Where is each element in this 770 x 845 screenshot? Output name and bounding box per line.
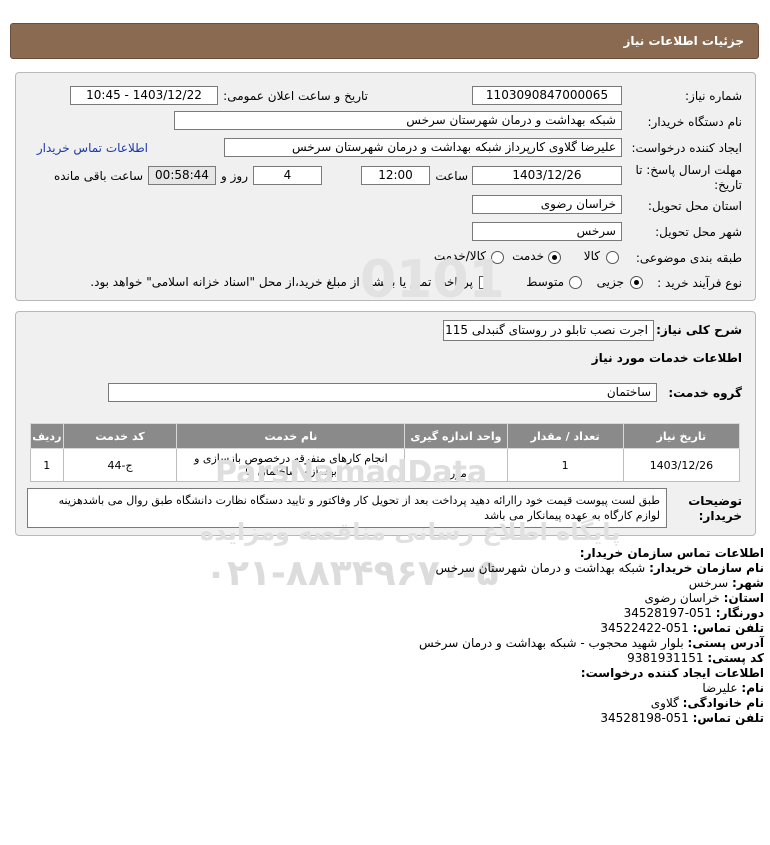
contact-phone: 051-34522422 — [600, 621, 689, 635]
cell-need-date: 1403/12/26 — [622, 448, 741, 482]
province-label: استان محل تحویل: — [647, 199, 742, 213]
contact-postal: 9381931151 — [627, 651, 704, 665]
col-row-number: ردیف — [30, 423, 64, 449]
buyer-notes-field: طبق لست پیوست قیمت خود راارائه دهید پردا… — [27, 488, 667, 528]
category-goods-service-radio[interactable] — [491, 251, 504, 264]
category-service-label: خدمت — [512, 249, 544, 263]
cell-unit: مورد — [404, 448, 508, 482]
table-header-row: تاریخ نیاز تعداد / مقدار واحد اندازه گیر… — [30, 423, 741, 449]
remaining-label: ساعت باقی مانده — [53, 169, 143, 183]
contact-phone-label: تلفن تماس: — [692, 621, 764, 635]
contact-postal-label: کد پستی: — [707, 651, 764, 665]
service-group-field: ساختمان — [108, 383, 657, 402]
category-goods-service-label: کالا/خدمت — [433, 249, 486, 263]
buyer-notes-label-1: توضیحات — [688, 494, 742, 508]
details-panel — [15, 72, 756, 301]
contact-fax: 051-34528197 — [623, 606, 712, 620]
city-label: شهر محل تحویل: — [655, 225, 742, 239]
process-medium-label: متوسط — [526, 275, 564, 289]
days-label: روز و — [221, 169, 248, 183]
need-number-field: 1103090847000065 — [472, 86, 622, 105]
table-row: 1403/12/26 1 مورد انجام کارهای متفرقه در… — [30, 448, 741, 482]
deadline-date-field: 1403/12/26 — [472, 166, 622, 185]
creator-first-name-label: نام: — [741, 681, 764, 695]
services-heading: اطلاعات خدمات مورد نیاز — [591, 351, 742, 365]
contact-address-label: آدرس پستی: — [687, 636, 764, 650]
buyer-contact-link[interactable]: اطلاعات تماس خریدار — [37, 141, 148, 155]
cell-service-name: انجام کارهای متفرقه درخصوص بازسازی و بهس… — [176, 448, 406, 482]
contact-address: بلوار شهید محجوب - شبکه بهداشت و درمان س… — [418, 636, 684, 650]
category-service-radio[interactable] — [548, 251, 561, 264]
category-goods-radio[interactable] — [606, 251, 619, 264]
col-need-date: تاریخ نیاز — [622, 423, 741, 449]
contact-fax-label: دورنگار: — [715, 606, 764, 620]
deadline-label-2: تاریخ: — [714, 178, 742, 192]
contact-org-name: شبکه بهداشت و درمان شهرستان سرخس — [435, 561, 646, 575]
contact-city-label: شهر: — [732, 576, 764, 590]
cell-quantity: 1 — [506, 448, 624, 482]
announce-field: 1403/12/22 - 10:45 — [70, 86, 218, 105]
need-description-field: اجرت نصب تابلو در روستای گنبدلی 115 — [443, 320, 654, 341]
contact-province: خراسان رضوی — [644, 591, 720, 605]
time-label: ساعت — [435, 169, 468, 183]
province-field: خراسان رضوی — [472, 195, 622, 214]
process-minor-label: جزیی — [596, 275, 624, 289]
city-field: سرخس — [472, 222, 622, 241]
contact-province-label: استان: — [723, 591, 764, 605]
days-field: 4 — [253, 166, 322, 185]
category-label: طبقه بندی موضوعی: — [635, 251, 742, 265]
process-minor-radio[interactable] — [630, 276, 643, 289]
col-unit: واحد اندازه گیری — [404, 423, 508, 449]
payment-note: پرداخت تمام یا بخشی از مبلغ خرید،از محل … — [90, 275, 473, 289]
col-service-code: کد خدمت — [62, 423, 178, 449]
col-service-name: نام خدمت — [176, 423, 406, 449]
treasury-payment-checkbox[interactable] — [479, 276, 492, 289]
col-quantity: تعداد / مقدار — [506, 423, 624, 449]
creator-phone-label: تلفن تماس: — [692, 711, 764, 725]
buyer-org-field: شبکه بهداشت و درمان شهرستان سرخس — [174, 111, 622, 130]
requester-label: ایجاد کننده درخواست: — [631, 141, 742, 155]
contact-info: اطلاعات تماس سازمان خریدار: نام سازمان خ… — [419, 546, 764, 726]
remaining-time-field: 00:58:44 — [148, 166, 216, 185]
need-number-label: شماره نیاز: — [685, 89, 742, 103]
creator-heading: اطلاعات ایجاد کننده درخواست: — [580, 666, 764, 680]
page-header: جزئیات اطلاعات نیاز — [10, 23, 759, 59]
buyer-notes-label-2: خریدار: — [698, 509, 742, 523]
category-goods-label: کالا — [583, 249, 600, 263]
need-description-label: شرح کلی نیاز: — [656, 323, 742, 337]
creator-last-name: گلاوی — [650, 696, 679, 710]
buyer-org-label: نام دستگاه خریدار: — [647, 115, 743, 129]
process-medium-radio[interactable] — [569, 276, 582, 289]
services-table: تاریخ نیاز تعداد / مقدار واحد اندازه گیر… — [30, 423, 741, 482]
contact-org-name-label: نام سازمان خریدار: — [649, 561, 764, 575]
creator-last-name-label: نام خانوادگی: — [682, 696, 764, 710]
contact-org-heading: اطلاعات تماس سازمان خریدار: — [579, 546, 764, 560]
contact-city: سرخس — [688, 576, 729, 590]
process-label: نوع فرآیند خرید : — [657, 276, 742, 290]
creator-first-name: علیرضا — [702, 681, 738, 695]
deadline-label-1: مهلت ارسال پاسخ: تا — [635, 163, 742, 177]
creator-phone: 051-34528198 — [600, 711, 689, 725]
page-title: جزئیات اطلاعات نیاز — [623, 34, 744, 48]
cell-row-number: 1 — [30, 448, 64, 482]
service-group-label: گروه خدمت: — [668, 386, 742, 400]
deadline-time-field: 12:00 — [361, 166, 430, 185]
announce-label: تاریخ و ساعت اعلان عمومی: — [223, 89, 368, 103]
cell-service-code: ج-44 — [62, 448, 178, 482]
requester-field: علیرضا گلاوی کارپرداز شبکه بهداشت و درما… — [224, 138, 622, 157]
